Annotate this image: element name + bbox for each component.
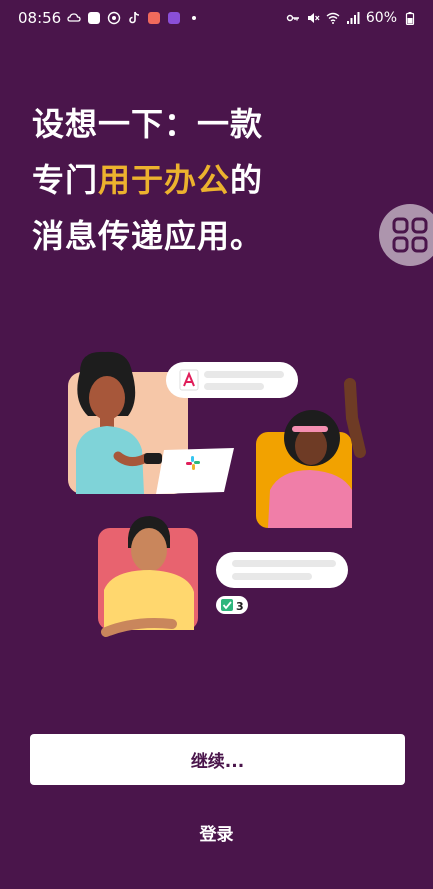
- grid-icon: [392, 217, 428, 253]
- wifi-icon: [326, 11, 340, 25]
- headline-line-1: 设想一下：一款: [32, 105, 264, 143]
- cloud-icon: [67, 11, 81, 25]
- mute-icon: [306, 11, 320, 25]
- reaction-count: 3: [236, 600, 244, 613]
- tiktok-icon: [127, 11, 141, 25]
- signin-link[interactable]: 登录: [0, 820, 433, 845]
- check-icon: [221, 599, 233, 611]
- headline: 设想一下：一款 专门用于办公的 消息传递应用。: [32, 96, 332, 264]
- dot-icon: [187, 11, 201, 25]
- battery-level: 60%: [365, 10, 397, 26]
- continue-button[interactable]: 继续...: [30, 734, 405, 785]
- battery-icon: [403, 11, 417, 25]
- headline-line-2-suffix: 的: [230, 161, 264, 199]
- floating-assistant-button[interactable]: [379, 204, 433, 266]
- app-icon: [147, 11, 161, 25]
- headline-highlight: 用于办公: [98, 161, 231, 199]
- status-bar: 08:56 60%: [0, 0, 433, 36]
- shield-icon: [167, 11, 181, 25]
- collaboration-illustration: 3: [68, 351, 366, 637]
- headline-line-3: 消息传递应用。: [32, 217, 264, 255]
- key-icon: [286, 11, 300, 25]
- mail-icon: [87, 11, 101, 25]
- chrome-icon: [107, 11, 121, 25]
- status-bar-right: 60%: [286, 10, 417, 26]
- headline-line-2: 专门用于办公的: [32, 152, 332, 208]
- headline-line-2-prefix: 专门: [32, 161, 99, 199]
- signal-icon: [346, 11, 360, 25]
- clock: 08:56: [18, 9, 62, 27]
- status-bar-left: 08:56: [18, 9, 201, 27]
